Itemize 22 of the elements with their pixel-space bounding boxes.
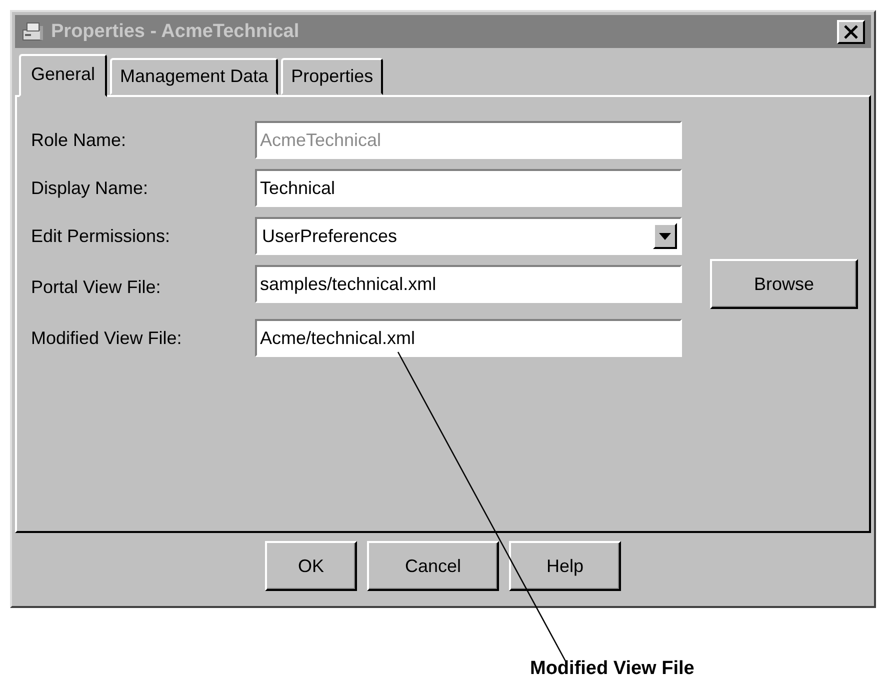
text-field[interactable]: samples/technical.xml — [255, 265, 682, 303]
dialog-button[interactable]: OK — [265, 541, 357, 591]
field-label: Modified View File: — [31, 328, 183, 348]
text-field[interactable]: Technical — [255, 169, 682, 207]
window-title: Properties - AcmeTechnical — [51, 20, 300, 42]
field-label: Display Name: — [31, 178, 150, 198]
browse-button[interactable]: Browse — [710, 259, 858, 309]
close-button[interactable] — [837, 20, 865, 44]
field-label: Role Name: — [31, 130, 128, 150]
computer-icon — [21, 20, 45, 44]
permissions-dropdown[interactable]: UserPreferences — [255, 217, 682, 255]
dialog-button[interactable]: Cancel — [367, 541, 499, 591]
tab[interactable]: Management Data — [110, 58, 278, 95]
caret-icon — [659, 232, 671, 240]
tab[interactable]: General — [19, 54, 108, 97]
callout-label: Modified View File — [530, 658, 694, 680]
text-field[interactable]: Acme/technical.xml — [255, 319, 682, 357]
close-icon — [844, 24, 858, 38]
tab[interactable]: Properties — [281, 58, 384, 95]
dialog-button[interactable]: Help — [509, 541, 621, 591]
field-label: Edit Permissions: — [31, 226, 172, 246]
field-label: Portal View File: — [31, 276, 162, 298]
